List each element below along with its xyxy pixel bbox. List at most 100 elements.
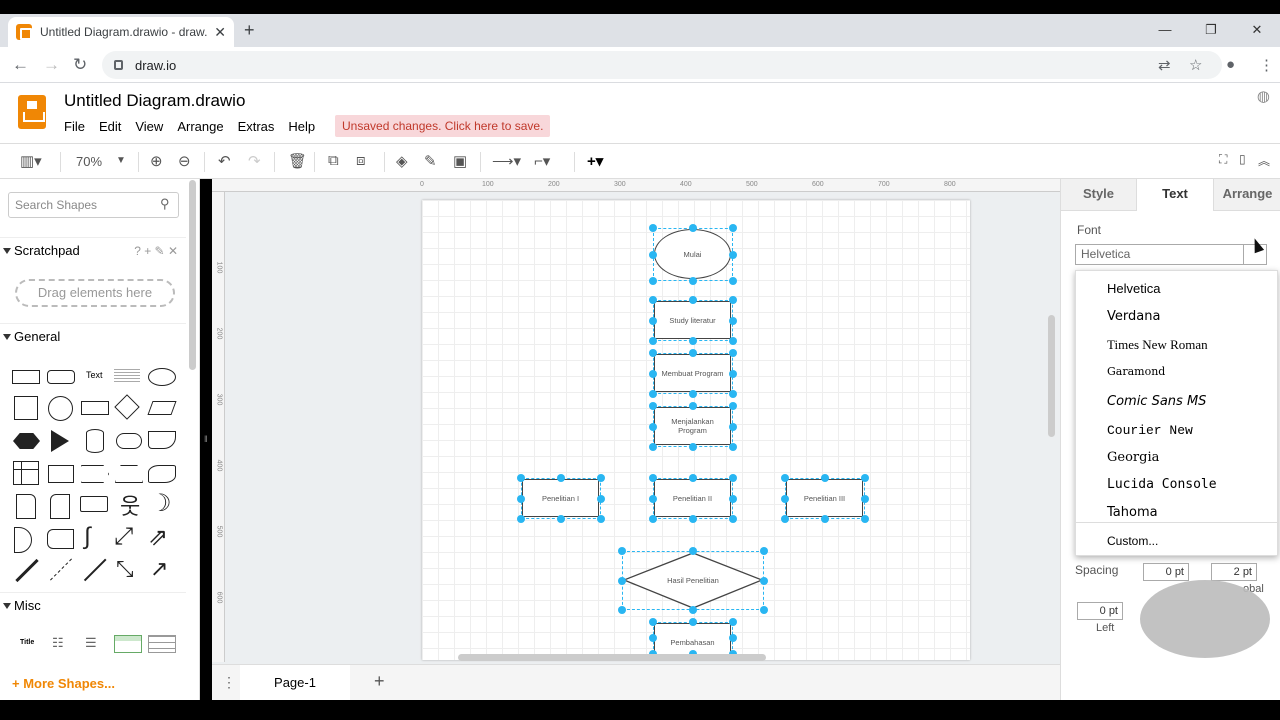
forward-arrow-icon[interactable]: → — [43, 55, 60, 75]
selection-handle[interactable] — [821, 515, 829, 523]
unsaved-changes-button[interactable]: Unsaved changes. Click here to save. — [335, 115, 551, 137]
general-section-header[interactable]: General — [0, 323, 186, 349]
selection-handle[interactable] — [760, 547, 768, 555]
bidirectional-arrow-shape[interactable]: ⤢ — [114, 523, 133, 551]
selection-handle[interactable] — [689, 402, 697, 410]
waypoints-icon[interactable]: ⌐▾ — [534, 152, 550, 170]
textbox-shape[interactable] — [114, 369, 140, 383]
menu-extras[interactable]: Extras — [238, 119, 275, 134]
selection-handle[interactable] — [618, 547, 626, 555]
selection-handle[interactable] — [618, 606, 626, 614]
font-option-comic-sans[interactable]: Comic Sans MS — [1107, 394, 1206, 409]
selection-handle[interactable] — [729, 402, 737, 410]
delete-trash-icon[interactable]: 🗑 — [288, 152, 307, 170]
selection-handle[interactable] — [729, 634, 737, 642]
spacing-top-input[interactable]: 0 pt — [1143, 563, 1189, 581]
font-option-garamond[interactable]: Garamond — [1107, 365, 1165, 378]
selection-handle[interactable] — [557, 515, 565, 523]
selection-handle[interactable] — [729, 494, 737, 503]
pages-menu-icon[interactable]: ⋮ — [222, 674, 236, 691]
circle-shape[interactable] — [48, 396, 73, 421]
selection-handle[interactable] — [729, 422, 737, 431]
fill-color-icon[interactable]: ◈ — [396, 152, 408, 170]
selection-handle[interactable] — [729, 515, 737, 523]
membuat-program-box[interactable]: Membuat Program — [654, 354, 731, 392]
shadow-icon[interactable]: ▣ — [453, 152, 467, 170]
font-option-times-new-roman[interactable]: Times New Roman — [1107, 337, 1208, 353]
process-shape[interactable] — [81, 401, 109, 415]
step-shape[interactable] — [81, 465, 109, 483]
browser-tab[interactable]: Untitled Diagram.drawio - draw.io ✕ — [8, 17, 234, 47]
selection-handle[interactable] — [689, 349, 697, 357]
directional-connector-shape[interactable]: ↗ — [150, 556, 168, 582]
selection-handle[interactable] — [729, 224, 737, 232]
more-shapes-button[interactable]: + More Shapes... — [12, 676, 115, 691]
research3-node-selection[interactable]: Penelitian III — [785, 478, 865, 519]
language-globe-icon[interactable]: ◍ — [1257, 87, 1270, 105]
menu-kebab-icon[interactable]: ⋮ — [1259, 56, 1274, 74]
card-shape[interactable] — [50, 494, 70, 519]
selection-handle[interactable] — [689, 443, 697, 451]
minimize-button[interactable]: — — [1142, 14, 1188, 46]
title-shape[interactable]: Title — [20, 639, 34, 646]
selection-handle[interactable] — [597, 494, 605, 503]
back-arrow-icon[interactable]: ← — [12, 55, 29, 75]
font-option-custom[interactable]: Custom... — [1107, 534, 1158, 548]
penelitian-3-box[interactable]: Penelitian III — [786, 479, 863, 517]
step3-node-selection[interactable]: Menjalankan Program — [653, 406, 733, 447]
actor-shape[interactable]: 웃 — [120, 489, 140, 521]
spacing-global-input[interactable]: 2 pt — [1211, 563, 1257, 581]
selection-handle[interactable] — [649, 277, 657, 285]
sidebar-scrollbar[interactable] — [189, 180, 196, 370]
font-family-input[interactable]: Helvetica — [1075, 244, 1267, 265]
selection-handle[interactable] — [689, 618, 697, 626]
menu-arrange[interactable]: Arrange — [177, 119, 223, 134]
page-tab-1[interactable]: Page-1 — [240, 665, 350, 701]
selection-handle[interactable] — [618, 576, 626, 585]
menu-help[interactable]: Help — [288, 119, 315, 134]
table-green-shape[interactable] — [114, 635, 142, 653]
tab-text[interactable]: Text — [1137, 179, 1213, 211]
format-panel-toggle-icon[interactable]: ▥▾ — [20, 152, 42, 170]
selection-handle[interactable] — [781, 494, 789, 503]
and-shape[interactable] — [14, 527, 32, 553]
selection-handle[interactable] — [689, 224, 697, 232]
decision-node-selection[interactable]: Hasil Penelitian — [622, 551, 764, 610]
selection-handle[interactable] — [597, 474, 605, 482]
font-option-georgia[interactable]: Georgia — [1107, 450, 1159, 465]
penelitian-1-box[interactable]: Penelitian I — [522, 479, 599, 517]
line-color-icon[interactable]: ✎ — [424, 152, 437, 170]
tab-close-icon[interactable]: ✕ — [214, 24, 226, 41]
cloud-shape[interactable] — [116, 433, 142, 449]
canvas-horizontal-scrollbar[interactable] — [458, 654, 766, 661]
search-icon[interactable]: ⚲ — [160, 196, 170, 212]
arrow-shape[interactable]: ⇗ — [148, 523, 168, 552]
bidirectional-connector-shape[interactable]: ⤡ — [116, 556, 134, 582]
to-back-icon[interactable]: ⧈ — [356, 152, 366, 169]
selection-handle[interactable] — [649, 250, 657, 259]
selection-handle[interactable] — [729, 277, 737, 285]
restore-button[interactable]: ❐ — [1188, 14, 1234, 46]
selection-handle[interactable] — [729, 337, 737, 345]
hexagon-shape[interactable] — [13, 433, 40, 449]
selection-handle[interactable] — [649, 515, 657, 523]
font-option-courier-new[interactable]: Courier New — [1107, 423, 1193, 438]
selection-handle[interactable] — [649, 390, 657, 398]
thick-line-shape[interactable] — [15, 558, 39, 583]
selection-handle[interactable] — [729, 618, 737, 626]
redo-icon[interactable]: ↷ — [248, 152, 261, 170]
menu-edit[interactable]: Edit — [99, 119, 121, 134]
curve-shape[interactable]: ∫ — [84, 523, 91, 551]
list-shape[interactable]: ☷ — [52, 635, 64, 651]
font-option-tahoma[interactable]: Tahoma — [1107, 505, 1158, 520]
add-page-button[interactable]: + — [374, 671, 385, 692]
selection-handle[interactable] — [861, 494, 869, 503]
cube-shape[interactable] — [48, 465, 74, 483]
selection-handle[interactable] — [729, 443, 737, 451]
bookmark-star-icon[interactable]: ☆ — [1189, 56, 1202, 74]
misc-section-header[interactable]: Misc — [0, 592, 186, 618]
start-node-selection[interactable]: Mulai — [653, 228, 733, 281]
menu-view[interactable]: View — [135, 119, 163, 134]
omnibox[interactable]: draw.io — [102, 51, 1222, 79]
zoom-dropdown[interactable]: 70% — [76, 154, 102, 169]
